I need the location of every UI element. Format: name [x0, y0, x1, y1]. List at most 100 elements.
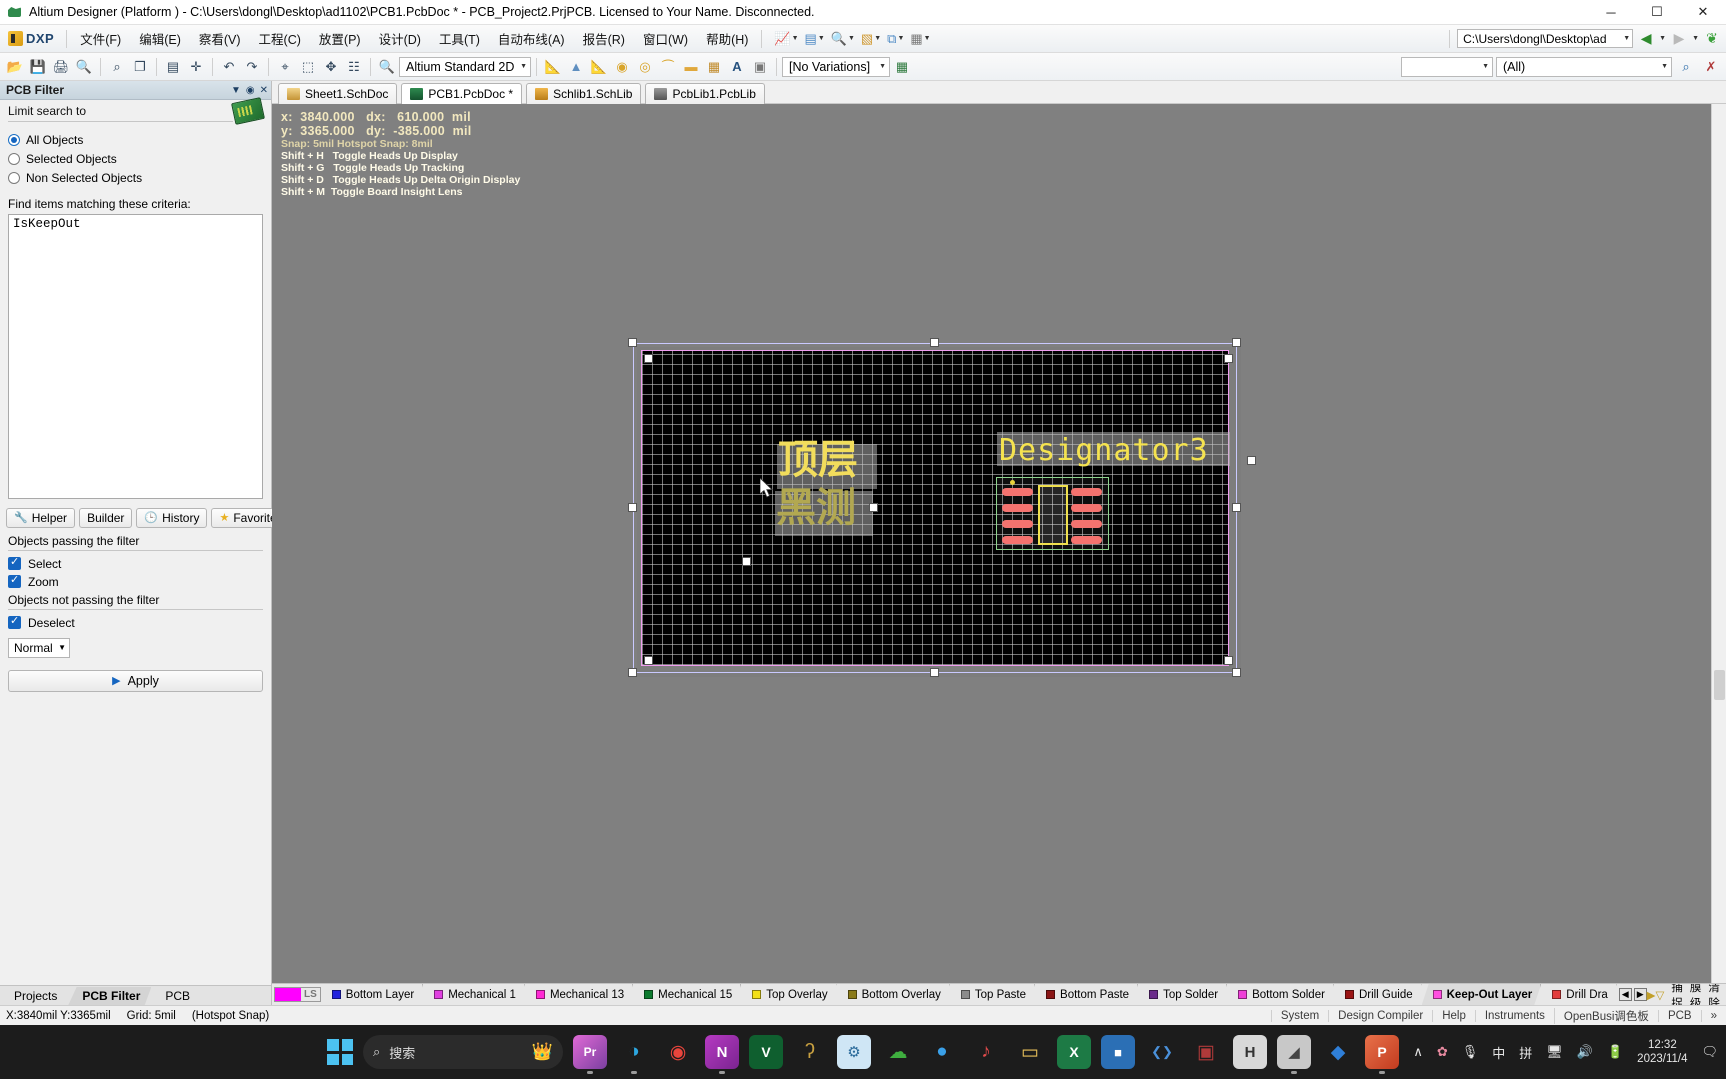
- layer-tab-mechanical-15[interactable]: Mechanical 15: [633, 984, 741, 1005]
- second-string[interactable]: 黑测: [776, 488, 856, 528]
- status-openbus-button[interactable]: OpenBusi调色板: [1553, 1007, 1658, 1024]
- board-preview-icon[interactable]: ▦: [891, 56, 913, 78]
- menu-edit[interactable]: 编辑(E): [130, 25, 190, 52]
- radio-all-objects[interactable]: All Objects: [8, 133, 263, 147]
- designator-handle[interactable]: [1247, 456, 1256, 465]
- mask-level-button[interactable]: 掩膜级别: [1690, 984, 1702, 1005]
- pad[interactable]: [1002, 536, 1033, 544]
- print-icon[interactable]: 🖨: [50, 56, 72, 78]
- inner-handle-tr[interactable]: [1224, 354, 1233, 363]
- dxp-menu-button[interactable]: DXP: [4, 29, 62, 48]
- top-layer-string[interactable]: 顶层: [778, 440, 858, 480]
- checkbox-deselect[interactable]: Deselect: [0, 614, 271, 632]
- tray-ime-mode[interactable]: 拼: [1519, 1043, 1532, 1062]
- route-icon[interactable]: 📈 ▼: [772, 30, 800, 47]
- vegas-icon[interactable]: V: [749, 1035, 783, 1069]
- resize-handle-mr[interactable]: [1232, 503, 1241, 512]
- science-icon[interactable]: ⚙: [837, 1035, 871, 1069]
- menu-help[interactable]: 帮助(H): [697, 25, 757, 52]
- pad[interactable]: [1071, 536, 1102, 544]
- place-via2-icon[interactable]: ◎: [634, 56, 656, 78]
- resize-handle-tl[interactable]: [628, 338, 637, 347]
- place-fill-icon[interactable]: ▬: [680, 56, 702, 78]
- menu-design[interactable]: 设计(D): [370, 25, 430, 52]
- view-config-icon[interactable]: 🔍: [376, 56, 398, 78]
- tray-clock[interactable]: 12:32 2023/11/4: [1637, 1038, 1687, 1067]
- history-button[interactable]: 🕒 History: [136, 507, 208, 528]
- place-string-icon[interactable]: A: [726, 56, 748, 78]
- excel-icon[interactable]: X: [1057, 1035, 1091, 1069]
- tray-notification-icon[interactable]: 🗨: [1701, 1044, 1718, 1060]
- tray-battery-icon[interactable]: 🔋: [1607, 1044, 1623, 1060]
- mode-select[interactable]: Normal ▼: [8, 637, 70, 658]
- menu-autoroute[interactable]: 自动布线(A): [489, 25, 574, 52]
- windows-start-icon[interactable]: [327, 1039, 353, 1065]
- mask-level-icon[interactable]: ▶▽: [1647, 988, 1665, 1002]
- close-button[interactable]: ✕: [1680, 0, 1726, 24]
- pan-icon[interactable]: ✛: [185, 56, 207, 78]
- pad[interactable]: [1071, 488, 1102, 496]
- layer-tab-drill-drawing[interactable]: Drill Dra: [1541, 984, 1617, 1005]
- qq-icon[interactable]: ●: [925, 1035, 959, 1069]
- layer-scroll-left-icon[interactable]: ◀: [1618, 988, 1632, 1001]
- save-icon[interactable]: 💾: [27, 56, 49, 78]
- view-configuration-combo[interactable]: Altium Standard 2D ▼: [399, 56, 531, 77]
- tab-projects[interactable]: Projects: [0, 987, 69, 1005]
- status-pcb-button[interactable]: PCB: [1657, 1009, 1701, 1022]
- apply-filter-icon[interactable]: ⌕: [1675, 56, 1697, 78]
- string-handle-bottom[interactable]: [742, 557, 751, 566]
- tray-flower-icon[interactable]: ✿: [1437, 1044, 1448, 1060]
- zoom-area-icon[interactable]: ⌕: [106, 56, 128, 78]
- code-icon[interactable]: ❮❯: [1145, 1035, 1179, 1069]
- resize-handle-bl[interactable]: [628, 668, 637, 677]
- open-document-icon[interactable]: 📂: [4, 56, 26, 78]
- place-via-icon[interactable]: ▲: [565, 56, 587, 78]
- checkbox-zoom[interactable]: Zoom: [0, 573, 271, 591]
- wechat-icon[interactable]: ☁: [881, 1035, 915, 1069]
- layer-tab-keep-out-layer[interactable]: Keep-Out Layer: [1422, 984, 1542, 1005]
- edge-icon[interactable]: ◑: [617, 1035, 651, 1074]
- document-icon[interactable]: ▤ ▼: [803, 30, 827, 47]
- ruler-icon[interactable]: ▧ ▼: [859, 30, 883, 47]
- doc-tab-schlib1[interactable]: Schlib1.SchLib: [526, 82, 642, 104]
- find-icon[interactable]: 🔍 ▼: [829, 30, 857, 47]
- component-designator[interactable]: Designator3: [999, 433, 1209, 468]
- layer-tab-bottom-overlay[interactable]: Bottom Overlay: [837, 984, 950, 1005]
- radio-non-selected-objects[interactable]: Non Selected Objects: [8, 171, 263, 185]
- place-component-icon[interactable]: ▣: [749, 56, 771, 78]
- place-track-icon[interactable]: 📐: [542, 56, 564, 78]
- resize-handle-br[interactable]: [1232, 668, 1241, 677]
- select-icon[interactable]: ⬚: [297, 56, 319, 78]
- menu-project[interactable]: 工程(C): [250, 25, 310, 52]
- doc-tab-sheet1[interactable]: Sheet1.SchDoc: [278, 82, 398, 104]
- criteria-input[interactable]: IsKeepOut: [8, 214, 263, 499]
- tray-microphone-icon[interactable]: 🎙: [1462, 1044, 1479, 1060]
- snap-button[interactable]: 捕捉: [1671, 984, 1683, 1005]
- pad[interactable]: [1071, 504, 1102, 512]
- inner-handle-bl[interactable]: [644, 656, 653, 665]
- status-more-button[interactable]: »: [1700, 1009, 1726, 1022]
- pad[interactable]: [1071, 520, 1102, 528]
- pcb-board[interactable]: 顶层 黑测 Designator3: [641, 350, 1230, 666]
- layer-set-selector[interactable]: LS: [274, 987, 321, 1002]
- layer-tab-top-solder[interactable]: Top Solder: [1138, 984, 1227, 1005]
- filter-combo[interactable]: ▼: [1401, 56, 1493, 77]
- tab-pcb[interactable]: PCB: [151, 987, 202, 1005]
- terminal-icon[interactable]: ■: [1101, 1035, 1135, 1069]
- tab-pcb-filter[interactable]: PCB Filter: [68, 987, 152, 1005]
- minimize-button[interactable]: ─: [1588, 0, 1634, 24]
- clear-filter-icon[interactable]: ✗: [1700, 56, 1722, 78]
- altium-icon[interactable]: ◢: [1277, 1035, 1311, 1074]
- helper-button[interactable]: 🔧 Helper: [6, 507, 76, 528]
- tray-ime-language[interactable]: 中: [1492, 1043, 1505, 1062]
- nav-back-button[interactable]: ◀: [1636, 29, 1656, 48]
- chrome-icon[interactable]: ◉: [661, 1035, 695, 1069]
- powerpoint-icon[interactable]: P: [1365, 1035, 1399, 1074]
- maximize-button[interactable]: ☐: [1634, 0, 1680, 24]
- clear-button[interactable]: 清除: [1708, 984, 1720, 1005]
- panel-pin-icon[interactable]: ◉: [246, 85, 255, 96]
- scroll-thumb[interactable]: [1714, 670, 1725, 700]
- layer-tab-bottom-layer[interactable]: Bottom Layer: [321, 984, 423, 1005]
- resize-handle-tr[interactable]: [1232, 338, 1241, 347]
- tray-chevron-icon[interactable]: ∧: [1413, 1044, 1423, 1060]
